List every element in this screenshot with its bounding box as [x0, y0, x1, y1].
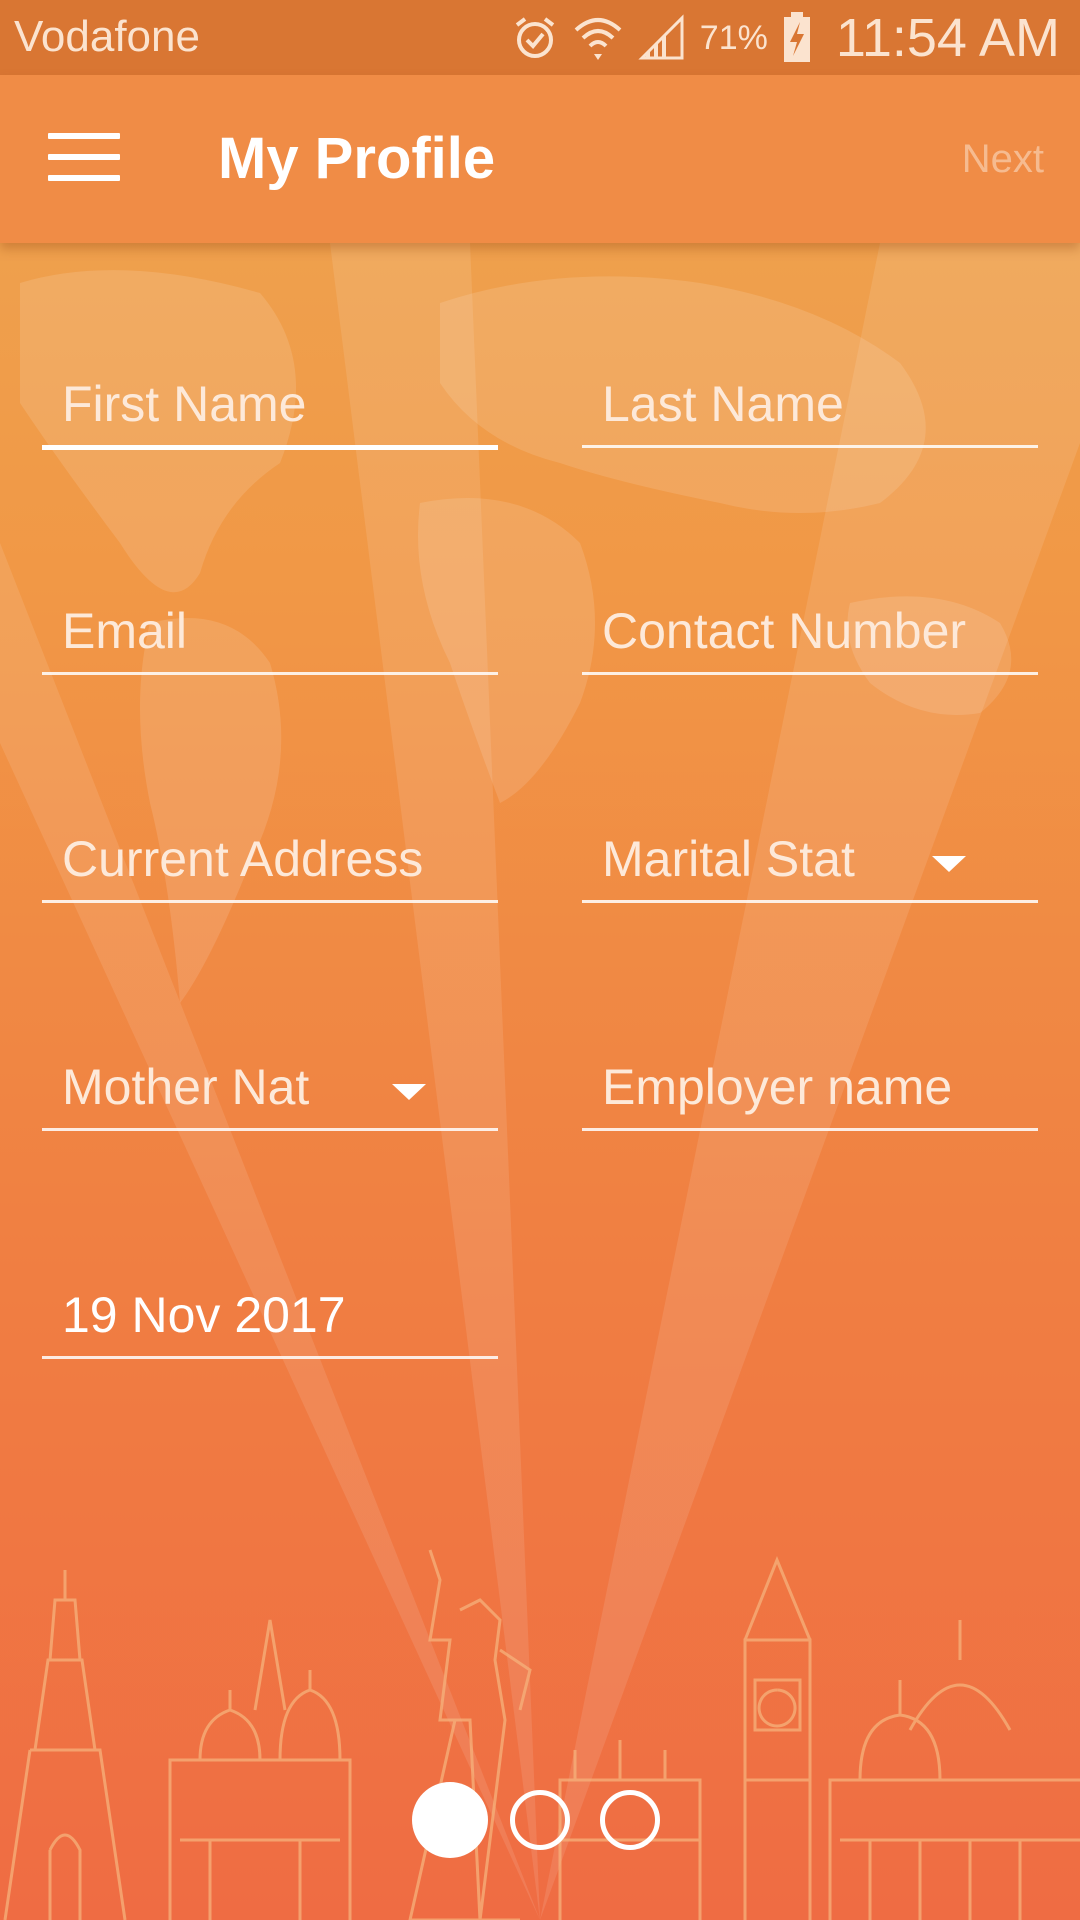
contact-number-field[interactable]: Contact Number: [582, 592, 1038, 675]
landmarks-skyline-illustration: [3, 1549, 1080, 1920]
date-field[interactable]: 19 Nov 2017: [42, 1276, 498, 1359]
employer-name-placeholder: Employer name: [602, 1059, 953, 1115]
page-dot-3[interactable]: [600, 1790, 660, 1850]
last-name-field[interactable]: Last Name: [582, 365, 1038, 448]
current-address-placeholder: Current Address: [62, 831, 424, 887]
next-button[interactable]: Next: [962, 137, 1044, 182]
first-name-placeholder: First Name: [62, 376, 307, 432]
page-dot-1-active[interactable]: [412, 1782, 488, 1858]
battery-percent: 71%: [699, 18, 768, 57]
status-icons: 71% 11:54 AM: [512, 6, 1060, 70]
page-title: My Profile: [218, 126, 496, 191]
hamburger-menu-icon[interactable]: [48, 133, 120, 185]
employer-name-field[interactable]: Employer name: [582, 1048, 1038, 1131]
battery-charging-icon: [782, 12, 812, 64]
signal-icon: [638, 14, 686, 62]
mother-nationality-label: Mother Nat: [62, 1059, 310, 1115]
wifi-icon: [572, 12, 624, 64]
chevron-down-icon: [392, 1084, 426, 1100]
alarm-icon: [512, 15, 558, 61]
email-field[interactable]: Email: [42, 592, 498, 675]
mother-nationality-dropdown[interactable]: Mother Nat: [42, 1048, 498, 1131]
clock: 11:54 AM: [835, 8, 1060, 68]
date-value: 19 Nov 2017: [62, 1287, 346, 1343]
page-dot-2[interactable]: [510, 1790, 570, 1850]
page-indicator: [0, 1780, 1080, 1860]
chevron-down-icon: [932, 856, 966, 872]
first-name-field[interactable]: First Name: [42, 365, 498, 450]
marital-status-label: Marital Stat: [602, 831, 855, 887]
contact-number-placeholder: Contact Number: [602, 603, 967, 659]
email-placeholder: Email: [62, 603, 188, 659]
status-bar: Vodafone 71% 11:54 AM: [0, 0, 1080, 75]
marital-status-dropdown[interactable]: Marital Stat: [582, 820, 1038, 903]
last-name-placeholder: Last Name: [602, 376, 844, 432]
app-bar: My Profile Next: [0, 75, 1080, 243]
current-address-field[interactable]: Current Address: [42, 820, 498, 903]
carrier-name: Vodafone: [14, 12, 200, 61]
